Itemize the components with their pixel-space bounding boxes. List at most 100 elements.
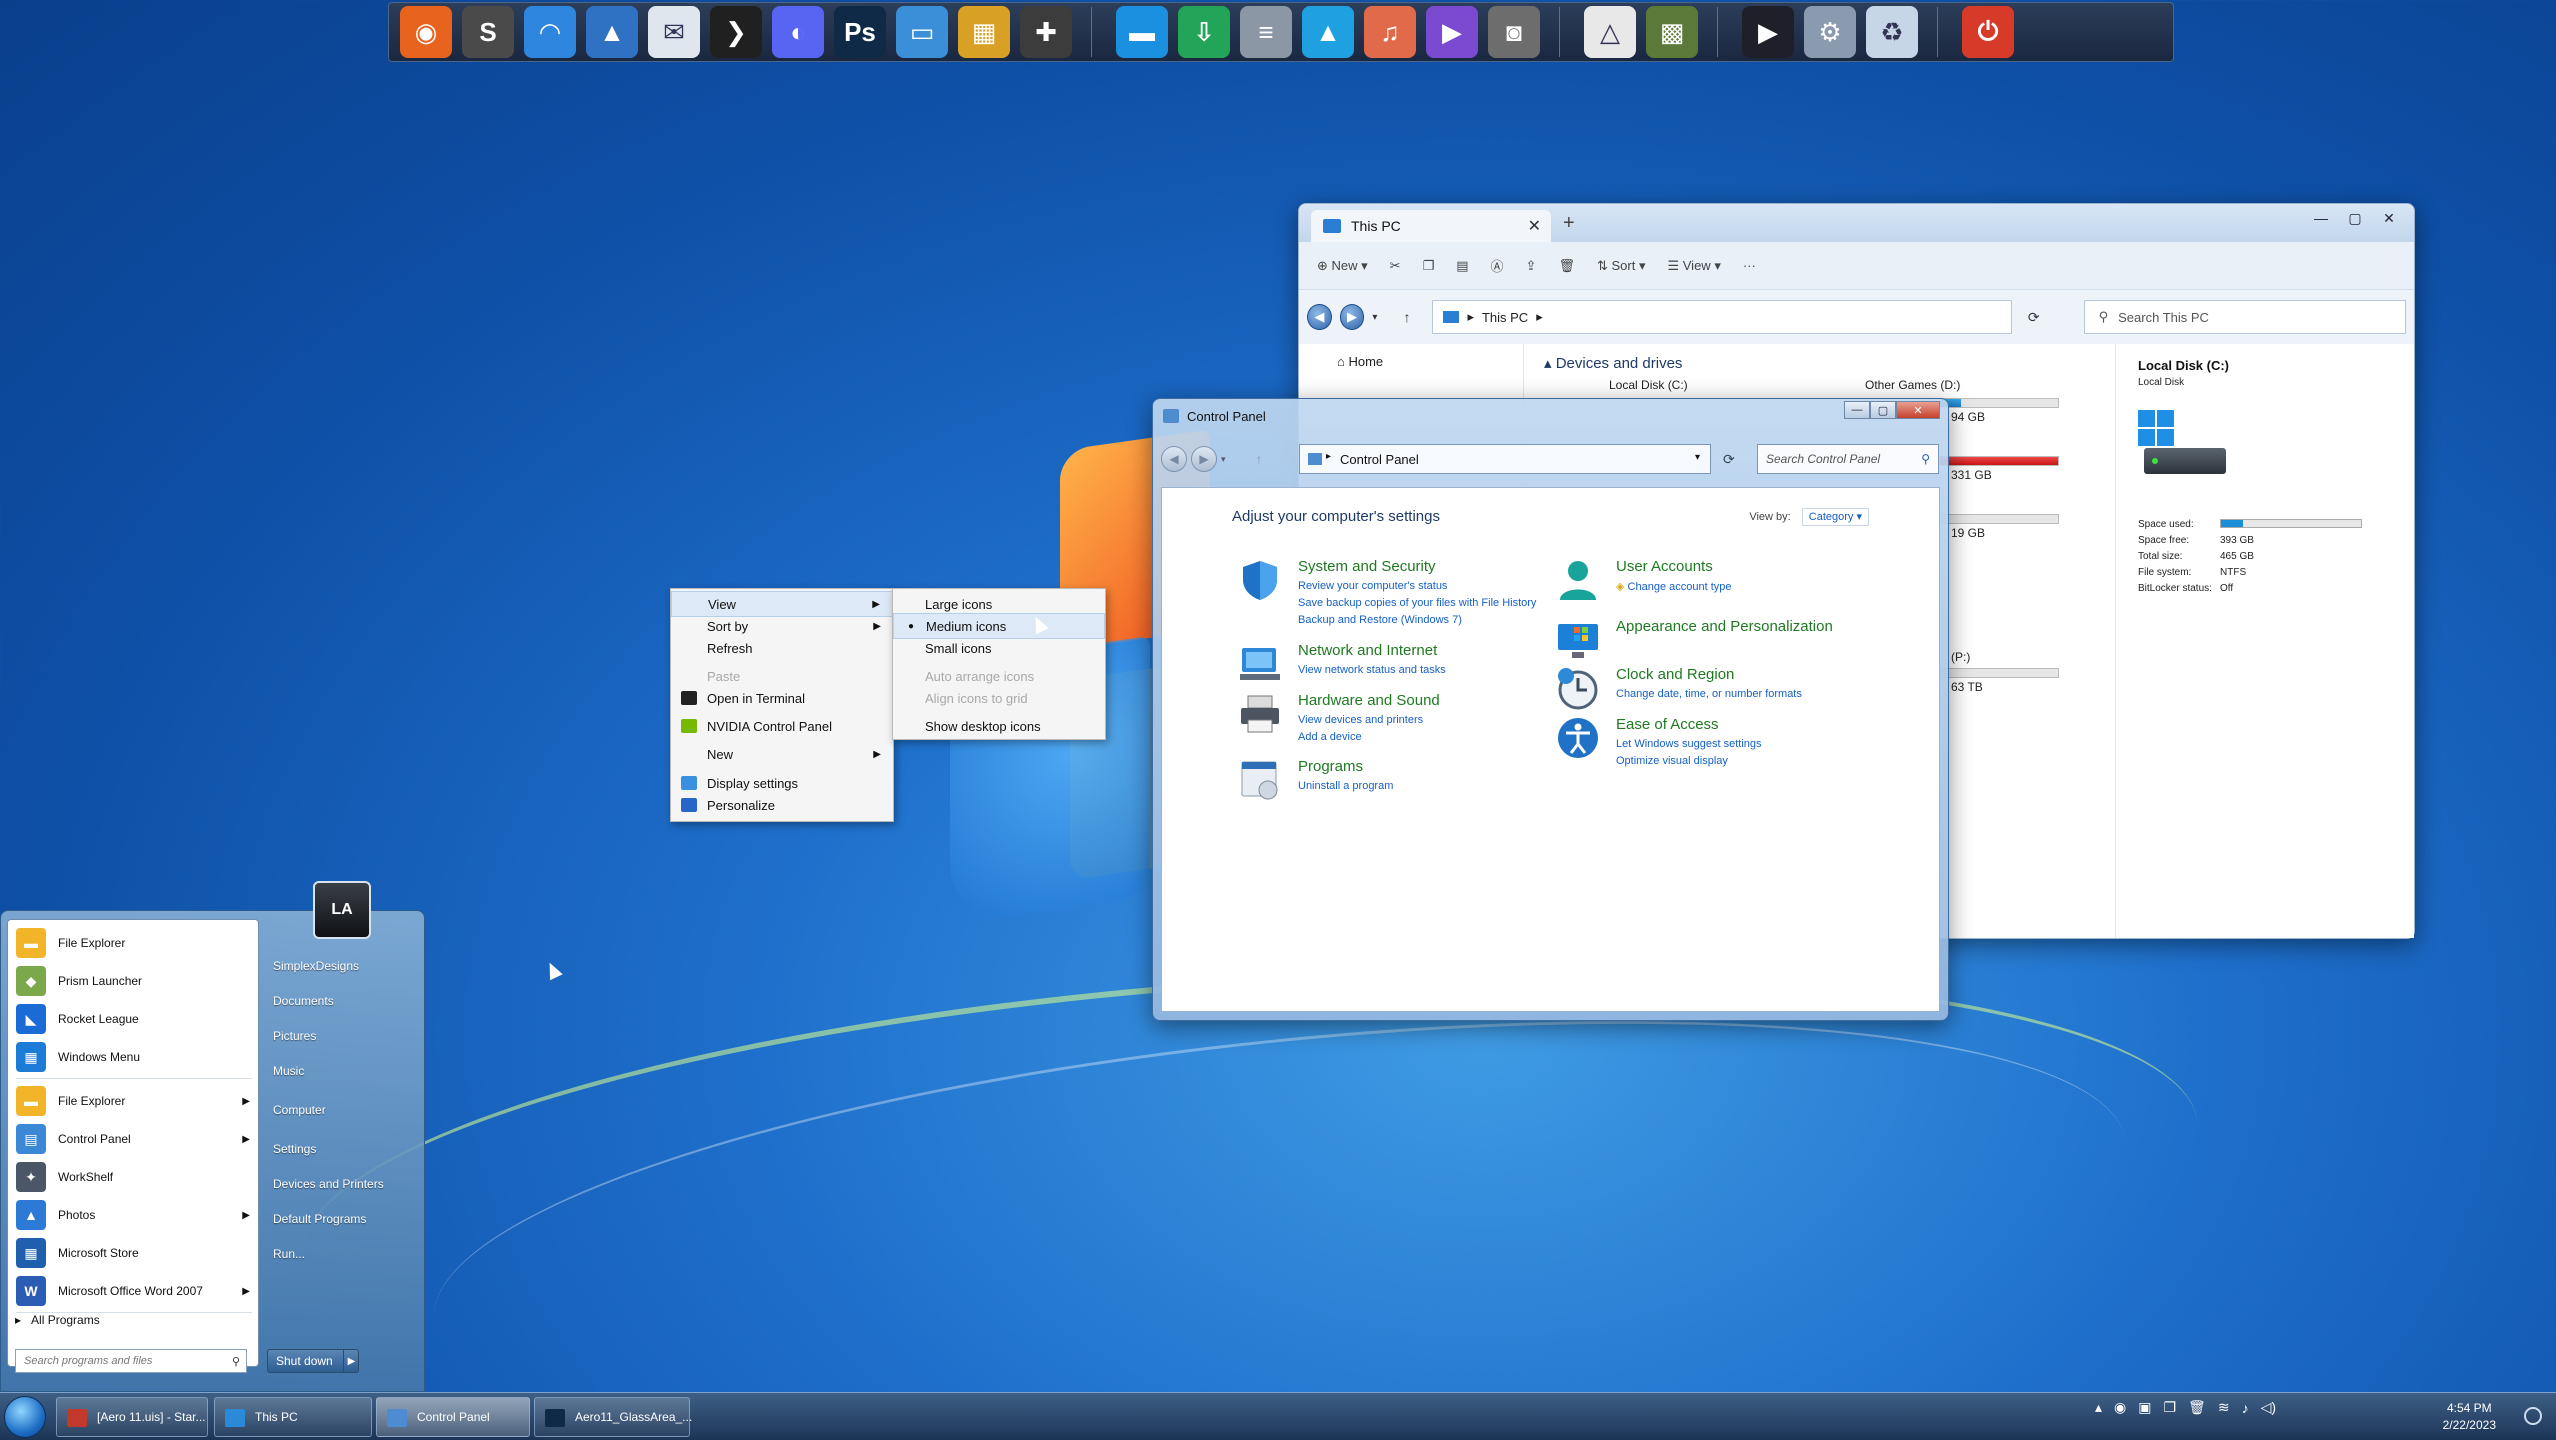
- close-button[interactable]: ✕: [2374, 208, 2404, 228]
- pinned-rocket-league[interactable]: ◣ Rocket League: [16, 1002, 256, 1036]
- videos-icon[interactable]: ▶: [1426, 6, 1478, 58]
- clock[interactable]: 4:54 PM 2/22/2023: [2443, 1400, 2496, 1434]
- plex-icon[interactable]: ❯: [710, 6, 762, 58]
- link[interactable]: Change date, time, or number formats: [1616, 688, 1802, 700]
- recent-photos[interactable]: ▲ Photos ▶: [16, 1198, 256, 1232]
- menu-item-show-desktop-icons[interactable]: Show desktop icons: [893, 713, 1105, 739]
- pinned-prism-launcher[interactable]: ◆ Prism Launcher: [16, 964, 256, 998]
- cut-icon[interactable]: ✂: [1390, 258, 1401, 274]
- google-drive-icon[interactable]: △: [1584, 6, 1636, 58]
- trash-icon[interactable]: 🗑: [2188, 1399, 2206, 1416]
- view-button[interactable]: ☰ View ▾: [1667, 258, 1720, 274]
- recycle-bin-icon[interactable]: ♻: [1866, 6, 1918, 58]
- taskbar-button-this-pc[interactable]: This PC: [214, 1397, 372, 1437]
- taskbar-button-aero-uis[interactable]: [Aero 11.uis] - Star...: [56, 1397, 208, 1437]
- menu-item-new[interactable]: New ▶: [671, 741, 893, 767]
- menu-item-open-terminal[interactable]: Open in Terminal: [671, 685, 893, 711]
- minimize-button[interactable]: —: [2306, 208, 2336, 228]
- nav-item-home[interactable]: ⌂ Home: [1337, 354, 1383, 369]
- recent-word-2007[interactable]: W Microsoft Office Word 2007 ▶: [16, 1274, 256, 1308]
- link[interactable]: Uninstall a program: [1298, 780, 1393, 792]
- drive-d[interactable]: Other Games (D:): [1865, 378, 1960, 392]
- view-by-dropdown[interactable]: Category ▾: [1801, 508, 1869, 526]
- user-avatar[interactable]: LA: [313, 881, 371, 939]
- start-right-music[interactable]: Music: [273, 1064, 304, 1078]
- link[interactable]: Add a device: [1298, 731, 1362, 743]
- search-input[interactable]: Search Control Panel ⚲: [1757, 444, 1939, 474]
- start-right-settings[interactable]: Settings: [273, 1142, 316, 1156]
- forward-button[interactable]: ▶: [1191, 446, 1217, 472]
- maximize-button[interactable]: ▢: [1870, 401, 1896, 419]
- up-button[interactable]: ↑: [1403, 309, 1410, 325]
- forward-button[interactable]: ▶: [1339, 304, 1365, 330]
- refresh-icon[interactable]: ⟳: [2028, 309, 2040, 326]
- media-player-icon[interactable]: ▶: [1742, 6, 1794, 58]
- notification-icon[interactable]: [2524, 1407, 2542, 1425]
- refresh-icon[interactable]: ⟳: [1723, 451, 1735, 468]
- category-title[interactable]: Clock and Region: [1616, 666, 1734, 683]
- back-button[interactable]: ◀: [1307, 304, 1332, 330]
- category-title[interactable]: Hardware and Sound: [1298, 692, 1440, 709]
- taskbar-button-control-panel[interactable]: Control Panel: [376, 1397, 530, 1437]
- gamepad-icon[interactable]: ✚: [1020, 6, 1072, 58]
- minecraft-icon[interactable]: ▩: [1646, 6, 1698, 58]
- start-right-run[interactable]: Run...: [273, 1247, 305, 1261]
- address-dropdown-icon[interactable]: ▾: [1695, 452, 1700, 463]
- link[interactable]: Optimize visual display: [1616, 755, 1728, 767]
- search-input[interactable]: ⚲ Search This PC: [2083, 300, 2406, 334]
- show-hidden-icons-icon[interactable]: ▴: [2095, 1399, 2102, 1416]
- mail-icon[interactable]: ✉: [648, 6, 700, 58]
- back-button[interactable]: ◀: [1161, 446, 1187, 472]
- control-panel-icon[interactable]: ▦: [958, 6, 1010, 58]
- devices-section-header[interactable]: ▴ Devices and drives: [1544, 354, 1682, 372]
- camera-icon[interactable]: ◙: [1488, 6, 1540, 58]
- start-right-devices-printers[interactable]: Devices and Printers: [273, 1177, 384, 1191]
- start-right-pictures[interactable]: Pictures: [273, 1029, 316, 1043]
- category-title[interactable]: System and Security: [1298, 558, 1436, 575]
- shutdown-options-icon[interactable]: ▶: [343, 1349, 359, 1373]
- start-right-computer[interactable]: Computer: [273, 1103, 326, 1117]
- new-button[interactable]: ⊕ New ▾: [1317, 258, 1368, 274]
- photoshop-icon[interactable]: Ps: [834, 6, 886, 58]
- rename-icon[interactable]: Ⓐ: [1491, 256, 1504, 275]
- share-icon[interactable]: ⇪: [1526, 258, 1537, 274]
- start-right-simplexdesigns[interactable]: SimplexDesigns: [273, 959, 359, 973]
- discord-icon[interactable]: ◐: [772, 6, 824, 58]
- link[interactable]: Backup and Restore (Windows 7): [1298, 614, 1462, 626]
- menu-item-small-icons[interactable]: Small icons: [893, 635, 1105, 661]
- minimize-button[interactable]: —: [1844, 401, 1870, 419]
- link[interactable]: ◈ Change account type: [1616, 580, 1732, 593]
- menu-item-refresh[interactable]: Refresh: [671, 635, 893, 661]
- all-programs[interactable]: ▸ All Programs: [15, 1313, 100, 1327]
- sublime-text-icon[interactable]: S: [462, 6, 514, 58]
- start-search-input[interactable]: Search programs and files ⚲: [15, 1349, 247, 1373]
- recent-pages-icon[interactable]: ▾: [1221, 454, 1226, 465]
- close-tab-icon[interactable]: ✕: [1528, 216, 1541, 236]
- more-button[interactable]: ···: [1743, 258, 1756, 273]
- desktop-icon[interactable]: ▭: [896, 6, 948, 58]
- menu-item-personalize[interactable]: Personalize: [671, 792, 893, 818]
- recent-workshelf[interactable]: ✦ WorkShelf: [16, 1160, 256, 1194]
- delete-icon[interactable]: 🗑: [1558, 258, 1575, 274]
- link[interactable]: Let Windows suggest settings: [1616, 738, 1762, 750]
- volume-icon[interactable]: ◁): [2261, 1399, 2276, 1416]
- downloads-icon[interactable]: ⇩: [1178, 6, 1230, 58]
- music-icon[interactable]: ♫: [1364, 6, 1416, 58]
- firefox-icon[interactable]: ◉: [400, 6, 452, 58]
- wifi-icon[interactable]: ≋: [2218, 1399, 2230, 1416]
- link[interactable]: View network status and tasks: [1298, 664, 1446, 676]
- menu-item-nvidia[interactable]: NVIDIA Control Panel: [671, 713, 893, 739]
- tray-app-icon[interactable]: ▣: [2138, 1399, 2151, 1416]
- taskbar-button-photoshop[interactable]: Aero11_GlassArea_...: [534, 1397, 692, 1437]
- category-title[interactable]: Ease of Access: [1616, 716, 1719, 733]
- start-right-documents[interactable]: Documents: [273, 994, 334, 1008]
- recent-microsoft-store[interactable]: ▦ Microsoft Store: [16, 1236, 256, 1270]
- folder-icon[interactable]: ▬: [1116, 6, 1168, 58]
- start-right-default-programs[interactable]: Default Programs: [273, 1212, 366, 1226]
- up-button[interactable]: ↑: [1256, 451, 1263, 467]
- volume-icon[interactable]: ♪: [2242, 1400, 2249, 1416]
- tab-this-pc[interactable]: This PC ✕: [1311, 210, 1551, 242]
- settings-icon[interactable]: ⚙: [1804, 6, 1856, 58]
- link[interactable]: View devices and printers: [1298, 714, 1423, 726]
- copy-icon[interactable]: ❐: [1423, 258, 1435, 274]
